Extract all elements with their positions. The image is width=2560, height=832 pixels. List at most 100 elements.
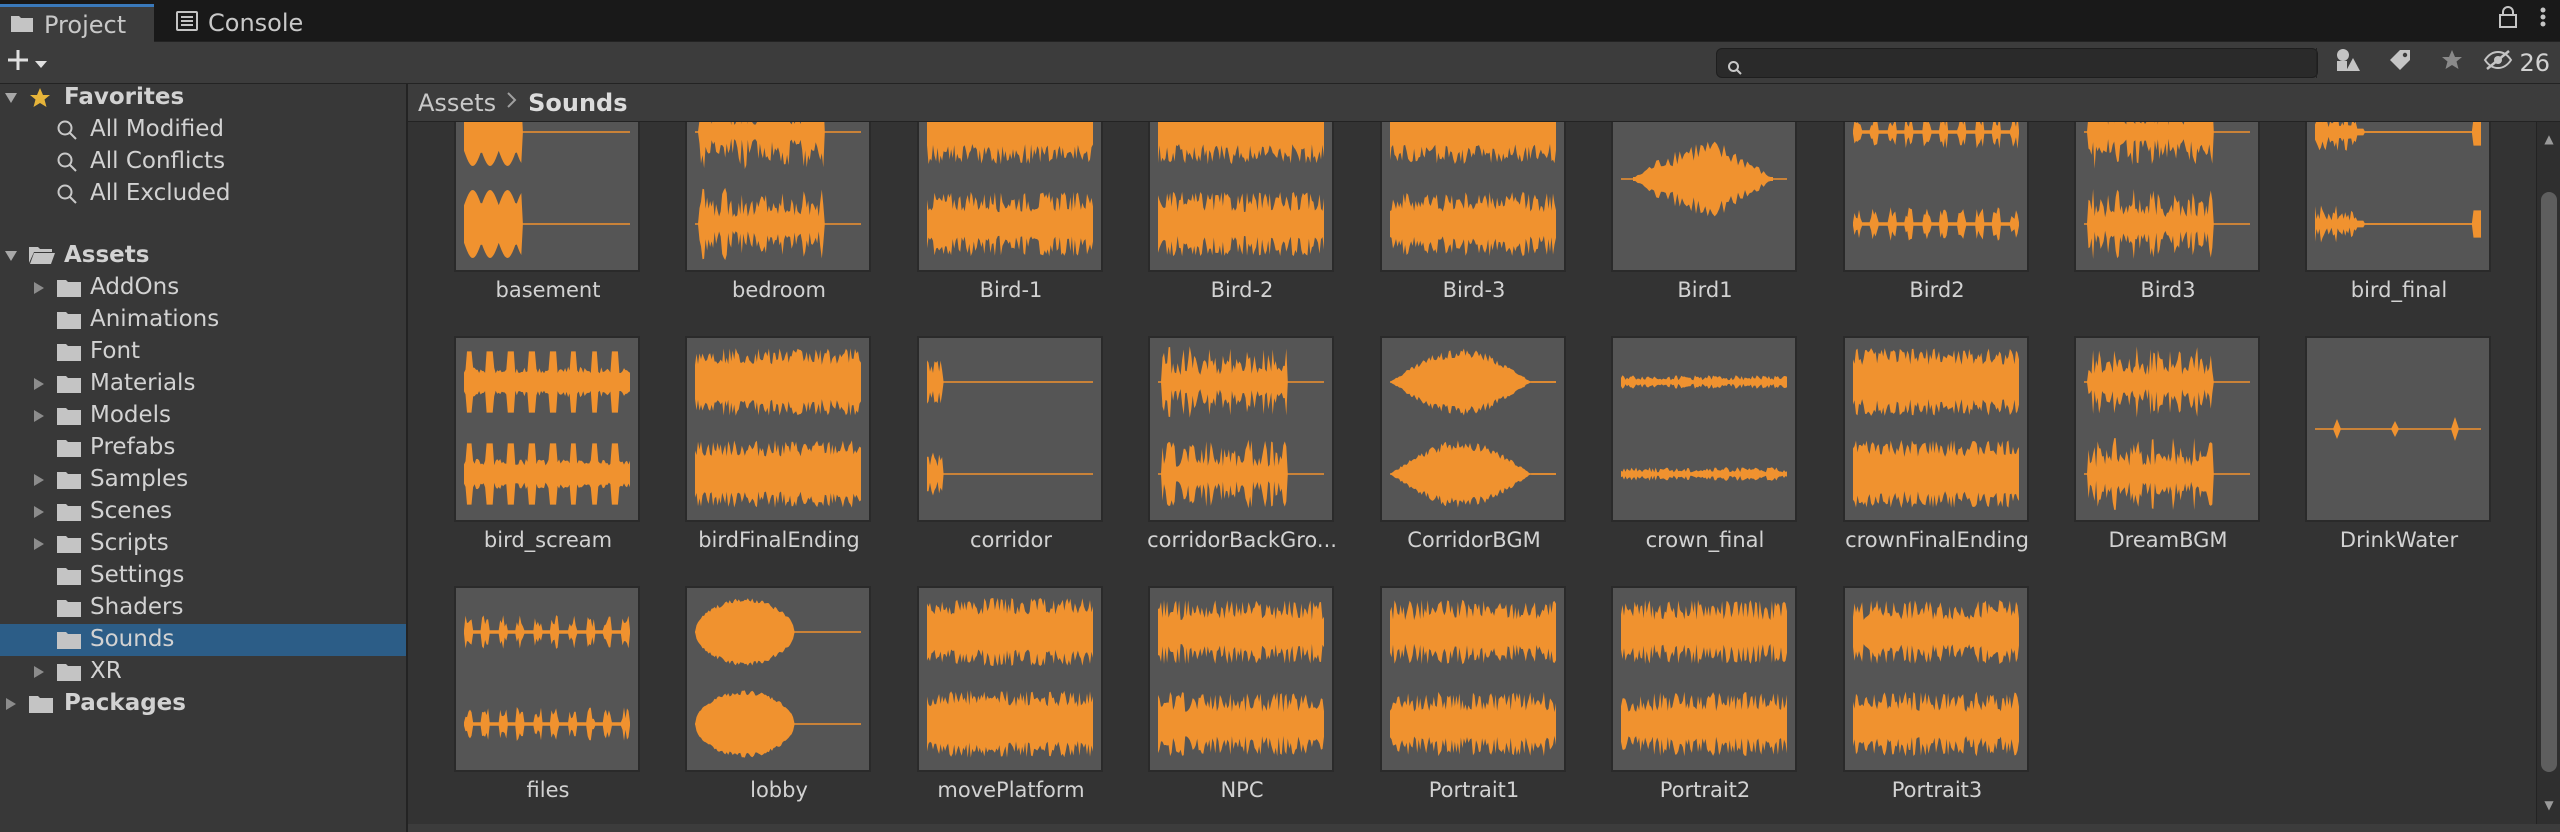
audio-waveform-thumbnail[interactable] — [454, 122, 640, 272]
audio-asset[interactable]: lobby — [683, 586, 871, 824]
scroll-down-arrow-icon[interactable]: ▼ — [2541, 798, 2557, 814]
audio-asset[interactable]: corridorBackGro... — [1146, 336, 1337, 576]
expand-arrow-right-icon[interactable] — [30, 663, 48, 681]
search-by-type-button[interactable] — [2327, 48, 2369, 78]
audio-waveform-thumbnail[interactable] — [1148, 122, 1334, 272]
audio-asset[interactable]: crownFinalEnding — [1841, 336, 2029, 576]
audio-asset[interactable]: Bird2 — [1841, 122, 2029, 326]
audio-waveform-thumbnail[interactable] — [685, 336, 871, 522]
folder-item-prefabs[interactable]: Prefabs — [0, 432, 406, 464]
expand-arrow-right-icon[interactable] — [2, 695, 20, 713]
expand-arrow-right-icon[interactable] — [30, 471, 48, 489]
expand-arrow-down-icon[interactable] — [2, 247, 20, 265]
audio-waveform-thumbnail[interactable] — [917, 122, 1103, 272]
footer-bar — [408, 824, 2560, 832]
audio-asset[interactable]: Portrait2 — [1609, 586, 1797, 824]
favorites-header[interactable]: Favorites — [0, 82, 406, 114]
audio-asset[interactable]: Bird-3 — [1378, 122, 1566, 326]
save-search-button[interactable] — [2431, 48, 2473, 78]
folder-item-xr[interactable]: XR — [0, 656, 406, 688]
folder-item-models[interactable]: Models — [0, 400, 406, 432]
folder-item-materials[interactable]: Materials — [0, 368, 406, 400]
search-input[interactable] — [1716, 48, 2318, 78]
audio-waveform-thumbnail[interactable] — [917, 586, 1103, 772]
audio-asset[interactable]: bird_scream — [452, 336, 640, 576]
audio-waveform-thumbnail[interactable] — [2305, 122, 2491, 272]
audio-waveform-thumbnail[interactable] — [2074, 336, 2260, 522]
audio-waveform-thumbnail[interactable] — [917, 336, 1103, 522]
audio-asset[interactable]: bedroom — [683, 122, 871, 326]
audio-asset[interactable]: birdFinalEnding — [683, 336, 871, 576]
audio-asset[interactable]: NPC — [1146, 586, 1334, 824]
audio-waveform-thumbnail[interactable] — [2074, 122, 2260, 272]
audio-asset[interactable]: CorridorBGM — [1378, 336, 1566, 576]
audio-asset[interactable]: movePlatform — [915, 586, 1103, 824]
audio-waveform-thumbnail[interactable] — [2305, 336, 2491, 522]
audio-waveform-thumbnail[interactable] — [1148, 586, 1334, 772]
audio-waveform-thumbnail[interactable] — [685, 586, 871, 772]
lock-icon[interactable] — [2498, 6, 2518, 34]
audio-asset[interactable]: DrinkWater — [2303, 336, 2491, 576]
folder-item-samples[interactable]: Samples — [0, 464, 406, 496]
expand-arrow-right-icon[interactable] — [30, 535, 48, 553]
audio-waveform-thumbnail[interactable] — [685, 122, 871, 272]
tab-project[interactable]: Project — [0, 4, 154, 42]
favorites-item[interactable]: All Modified — [0, 114, 406, 146]
expand-arrow-right-icon[interactable] — [30, 375, 48, 393]
audio-asset[interactable]: bird_final — [2303, 122, 2491, 326]
assets-folder[interactable]: Assets — [0, 240, 406, 272]
audio-asset[interactable]: Bird3 — [2072, 122, 2260, 326]
folder-item-shaders[interactable]: Shaders — [0, 592, 406, 624]
audio-asset[interactable]: crown_final — [1609, 336, 1797, 576]
packages-folder[interactable]: Packages — [0, 688, 406, 720]
asset-name-label: DrinkWater — [2339, 528, 2459, 552]
audio-asset[interactable]: Portrait3 — [1841, 586, 2029, 824]
expand-arrow-down-icon[interactable] — [2, 89, 20, 107]
audio-waveform-thumbnail[interactable] — [1380, 122, 1566, 272]
more-options-icon[interactable] — [2540, 6, 2546, 34]
audio-asset[interactable]: Portrait1 — [1378, 586, 1566, 824]
audio-waveform-thumbnail[interactable] — [1611, 586, 1797, 772]
audio-asset[interactable]: Bird1 — [1609, 122, 1797, 326]
audio-waveform-thumbnail[interactable] — [1611, 336, 1797, 522]
audio-asset[interactable]: Bird-2 — [1146, 122, 1334, 326]
audio-asset[interactable]: DreamBGM — [2072, 336, 2260, 576]
tab-console[interactable]: Console — [166, 4, 316, 42]
hidden-packages-toggle[interactable]: 26 — [2483, 49, 2550, 77]
audio-asset[interactable]: Bird-1 — [915, 122, 1103, 326]
scroll-up-arrow-icon[interactable]: ▲ — [2541, 132, 2557, 148]
folder-item-animations[interactable]: Animations — [0, 304, 406, 336]
audio-waveform-thumbnail[interactable] — [1148, 336, 1334, 522]
breadcrumb-sounds[interactable]: Sounds — [528, 89, 627, 117]
assets-label: Assets — [64, 242, 150, 268]
audio-waveform-thumbnail[interactable] — [1843, 122, 2029, 272]
breadcrumb-assets[interactable]: Assets — [418, 89, 496, 117]
favorites-item[interactable]: All Conflicts — [0, 146, 406, 178]
audio-asset[interactable]: corridor — [915, 336, 1103, 576]
audio-waveform-thumbnail[interactable] — [454, 336, 640, 522]
folder-item-scenes[interactable]: Scenes — [0, 496, 406, 528]
audio-waveform-thumbnail[interactable] — [1611, 122, 1797, 272]
expand-arrow-right-icon[interactable] — [30, 279, 48, 297]
folder-item-sounds[interactable]: Sounds — [0, 624, 406, 656]
create-asset-button[interactable] — [6, 48, 48, 78]
audio-waveform-thumbnail[interactable] — [1380, 586, 1566, 772]
expand-arrow-right-icon[interactable] — [30, 503, 48, 521]
favorites-item[interactable]: All Excluded — [0, 178, 406, 210]
audio-waveform-thumbnail[interactable] — [1380, 336, 1566, 522]
folder-item-settings[interactable]: Settings — [0, 560, 406, 592]
folder-item-addons[interactable]: AddOns — [0, 272, 406, 304]
audio-asset[interactable]: files — [452, 586, 640, 824]
audio-waveform-thumbnail[interactable] — [1843, 586, 2029, 772]
scrollbar-thumb[interactable] — [2541, 192, 2557, 772]
folder-icon — [56, 629, 82, 651]
audio-waveform-thumbnail[interactable] — [454, 586, 640, 772]
audio-asset[interactable]: basement — [452, 122, 640, 326]
vertical-scrollbar[interactable]: ▲ ▼ — [2536, 122, 2560, 824]
search-by-label-button[interactable] — [2379, 48, 2421, 78]
folder-item-font[interactable]: Font — [0, 336, 406, 368]
plus-icon — [6, 48, 30, 78]
audio-waveform-thumbnail[interactable] — [1843, 336, 2029, 522]
folder-item-scripts[interactable]: Scripts — [0, 528, 406, 560]
expand-arrow-right-icon[interactable] — [30, 407, 48, 425]
